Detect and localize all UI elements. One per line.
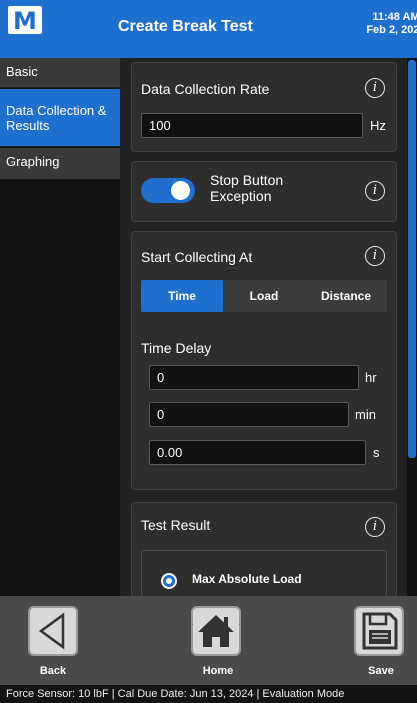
delay-hours-unit: hr bbox=[365, 370, 377, 385]
info-icon[interactable]: i bbox=[365, 517, 385, 537]
test-result-title: Test Result bbox=[141, 517, 211, 533]
segment-load[interactable]: Load bbox=[223, 280, 305, 312]
sidebar-item-data-collection[interactable]: Data Collection & Results bbox=[0, 89, 120, 147]
scroll-thumb[interactable] bbox=[408, 60, 416, 458]
segment-time[interactable]: Time bbox=[141, 280, 223, 312]
delay-minutes-unit: min bbox=[355, 407, 376, 422]
delay-seconds-unit: s bbox=[373, 445, 380, 460]
delay-minutes-input[interactable]: 0 bbox=[149, 402, 349, 427]
logo-letter: M bbox=[13, 7, 37, 35]
home-label: Home bbox=[202, 665, 234, 677]
stop-exception-label: Stop Button Exception bbox=[210, 172, 284, 204]
page-title: Create Break Test bbox=[118, 18, 253, 35]
back-button[interactable] bbox=[28, 606, 78, 656]
info-icon[interactable]: i bbox=[365, 246, 385, 266]
time-delay-title: Time Delay bbox=[141, 340, 212, 356]
clock-time: 11:48 AM bbox=[372, 11, 417, 23]
save-button[interactable] bbox=[354, 606, 404, 656]
status-bar: Force Sensor: 10 lbF | Cal Due Date: Jun… bbox=[0, 685, 417, 703]
logo-icon: M bbox=[8, 6, 42, 35]
rate-card: Data Collection Rate i 100 Hz bbox=[131, 62, 397, 152]
save-floppy-icon bbox=[362, 612, 398, 650]
sidebar-item-label: Data Collection & Results bbox=[6, 103, 107, 133]
info-icon[interactable]: i bbox=[365, 78, 385, 98]
back-label: Back bbox=[39, 665, 67, 677]
home-icon bbox=[198, 615, 234, 647]
rate-title: Data Collection Rate bbox=[141, 81, 270, 97]
stop-exception-card: Stop Button Exception i bbox=[131, 161, 397, 222]
result-option[interactable]: Max Absolute Load bbox=[141, 550, 387, 596]
sidebar: Basic Data Collection & Results Graphing bbox=[0, 58, 120, 596]
segment-distance[interactable]: Distance bbox=[305, 280, 387, 312]
app-header: M Create Break Test 11:48 AM Feb 2, 2024 bbox=[0, 0, 417, 58]
clock: 11:48 AM Feb 2, 2024 bbox=[366, 11, 417, 37]
settings-panel: Data Collection Rate i 100 Hz Stop Butto… bbox=[120, 58, 417, 596]
save-label: Save bbox=[368, 665, 394, 677]
sidebar-item-basic[interactable]: Basic bbox=[0, 58, 120, 88]
radio-selected-icon[interactable] bbox=[161, 573, 177, 589]
rate-input[interactable]: 100 bbox=[141, 113, 363, 138]
clock-date: Feb 2, 2024 bbox=[366, 24, 417, 36]
start-collecting-title: Start Collecting At bbox=[141, 249, 253, 265]
stop-exception-toggle[interactable] bbox=[141, 178, 195, 203]
bottom-nav: Back Home Save bbox=[0, 596, 417, 685]
rate-unit: Hz bbox=[370, 118, 386, 133]
start-mode-selector: Time Load Distance bbox=[141, 280, 387, 312]
info-icon[interactable]: i bbox=[365, 181, 385, 201]
scrollbar[interactable] bbox=[407, 58, 417, 596]
result-option-label: Max Absolute Load bbox=[192, 572, 302, 586]
toggle-knob bbox=[171, 181, 190, 200]
sidebar-item-label: Graphing bbox=[6, 154, 60, 169]
sidebar-item-label: Basic bbox=[6, 64, 38, 79]
delay-hours-input[interactable]: 0 bbox=[149, 365, 359, 390]
home-button[interactable] bbox=[191, 606, 241, 656]
delay-seconds-input[interactable]: 0.00 bbox=[149, 440, 366, 465]
test-result-card: Test Result i Max Absolute Load bbox=[131, 502, 397, 596]
start-collecting-card: Start Collecting At i Time Load Distance… bbox=[131, 231, 397, 490]
back-arrow-icon bbox=[38, 612, 65, 650]
sidebar-item-graphing[interactable]: Graphing bbox=[0, 148, 120, 180]
